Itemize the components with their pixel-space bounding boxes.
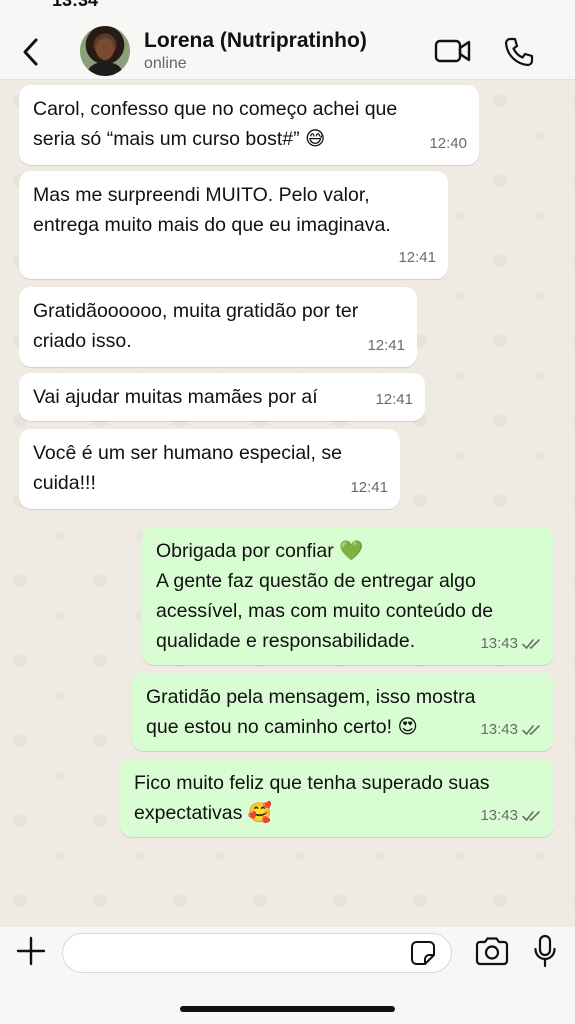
message-time: 13:43: [480, 721, 518, 738]
message-time: 12:40: [429, 135, 467, 152]
avatar-shirt: [88, 62, 122, 76]
status-bar-time: 13:34: [52, 0, 99, 10]
message-input[interactable]: [62, 933, 452, 973]
message-bubble-outgoing[interactable]: Gratidão pela mensagem, isso mostra que …: [132, 673, 554, 751]
back-button[interactable]: [16, 34, 46, 70]
camera-icon: [475, 937, 509, 966]
contact-name[interactable]: Lorena (Nutripratinho): [144, 29, 367, 53]
message-meta: 13:43: [480, 629, 542, 659]
double-check-icon: [522, 725, 540, 736]
message-meta: 12:41: [367, 331, 405, 361]
message-bubble-outgoing[interactable]: Obrigada por confiar 💚 A gente faz quest…: [142, 527, 554, 665]
video-call-button[interactable]: [434, 37, 472, 65]
home-indicator[interactable]: [180, 1006, 395, 1012]
plus-icon: [16, 936, 46, 966]
message-time: 12:41: [398, 249, 436, 266]
chat-area[interactable]: Carol, confesso que no começo achei que …: [0, 81, 575, 927]
microphone-icon: [534, 934, 556, 968]
message-meta: 12:41: [398, 243, 436, 273]
camera-button[interactable]: [474, 936, 510, 966]
contact-status: online: [144, 55, 187, 72]
message-text: Você é um ser humano especial, se cuida!…: [33, 442, 342, 494]
video-camera-icon: [434, 39, 471, 63]
message-time: 12:41: [367, 337, 405, 354]
message-text: Mas me surpreendi MUITO. Pelo valor, ent…: [33, 184, 391, 236]
message-time: 12:41: [375, 391, 413, 408]
message-meta: 13:43: [480, 715, 542, 745]
message-text: Gratidãoooooo, muita gratidão por ter cr…: [33, 300, 359, 352]
chat-header: 13:34 Lorena (Nutripratinho) online: [0, 0, 575, 80]
message-bubble-outgoing[interactable]: Fico muito feliz que tenha superado suas…: [120, 759, 554, 837]
message-bubble-incoming[interactable]: Vai ajudar muitas mamães por aí 12:41: [19, 373, 425, 421]
double-check-icon: [522, 639, 540, 650]
message-text: Vai ajudar muitas mamães por aí: [33, 386, 318, 408]
microphone-button[interactable]: [533, 934, 557, 968]
phone-icon: [504, 37, 534, 67]
chevron-left-icon: [23, 38, 38, 66]
message-bubble-incoming[interactable]: Carol, confesso que no começo achei que …: [19, 85, 479, 165]
double-check-icon: [522, 811, 540, 822]
sticker-button[interactable]: [410, 940, 436, 966]
message-time: 13:43: [480, 635, 518, 652]
message-time: 13:43: [480, 807, 518, 824]
message-meta: 13:43: [480, 801, 542, 831]
voice-call-button[interactable]: [503, 36, 535, 68]
message-meta: 12:41: [375, 385, 413, 415]
message-text: Carol, confesso que no começo achei que …: [33, 98, 398, 150]
message-bubble-incoming[interactable]: Gratidãoooooo, muita gratidão por ter cr…: [19, 287, 417, 367]
message-time: 12:41: [350, 479, 388, 496]
avatar-face: [96, 38, 114, 60]
message-bubble-incoming[interactable]: Você é um ser humano especial, se cuida!…: [19, 429, 400, 509]
avatar[interactable]: [80, 26, 130, 76]
message-text: Fico muito feliz que tenha superado suas…: [134, 772, 490, 824]
message-meta: 12:40: [429, 129, 467, 159]
attach-button[interactable]: [15, 935, 47, 967]
message-meta: 12:41: [350, 473, 388, 503]
sticker-icon: [411, 941, 435, 965]
message-bubble-incoming[interactable]: Mas me surpreendi MUITO. Pelo valor, ent…: [19, 171, 448, 279]
